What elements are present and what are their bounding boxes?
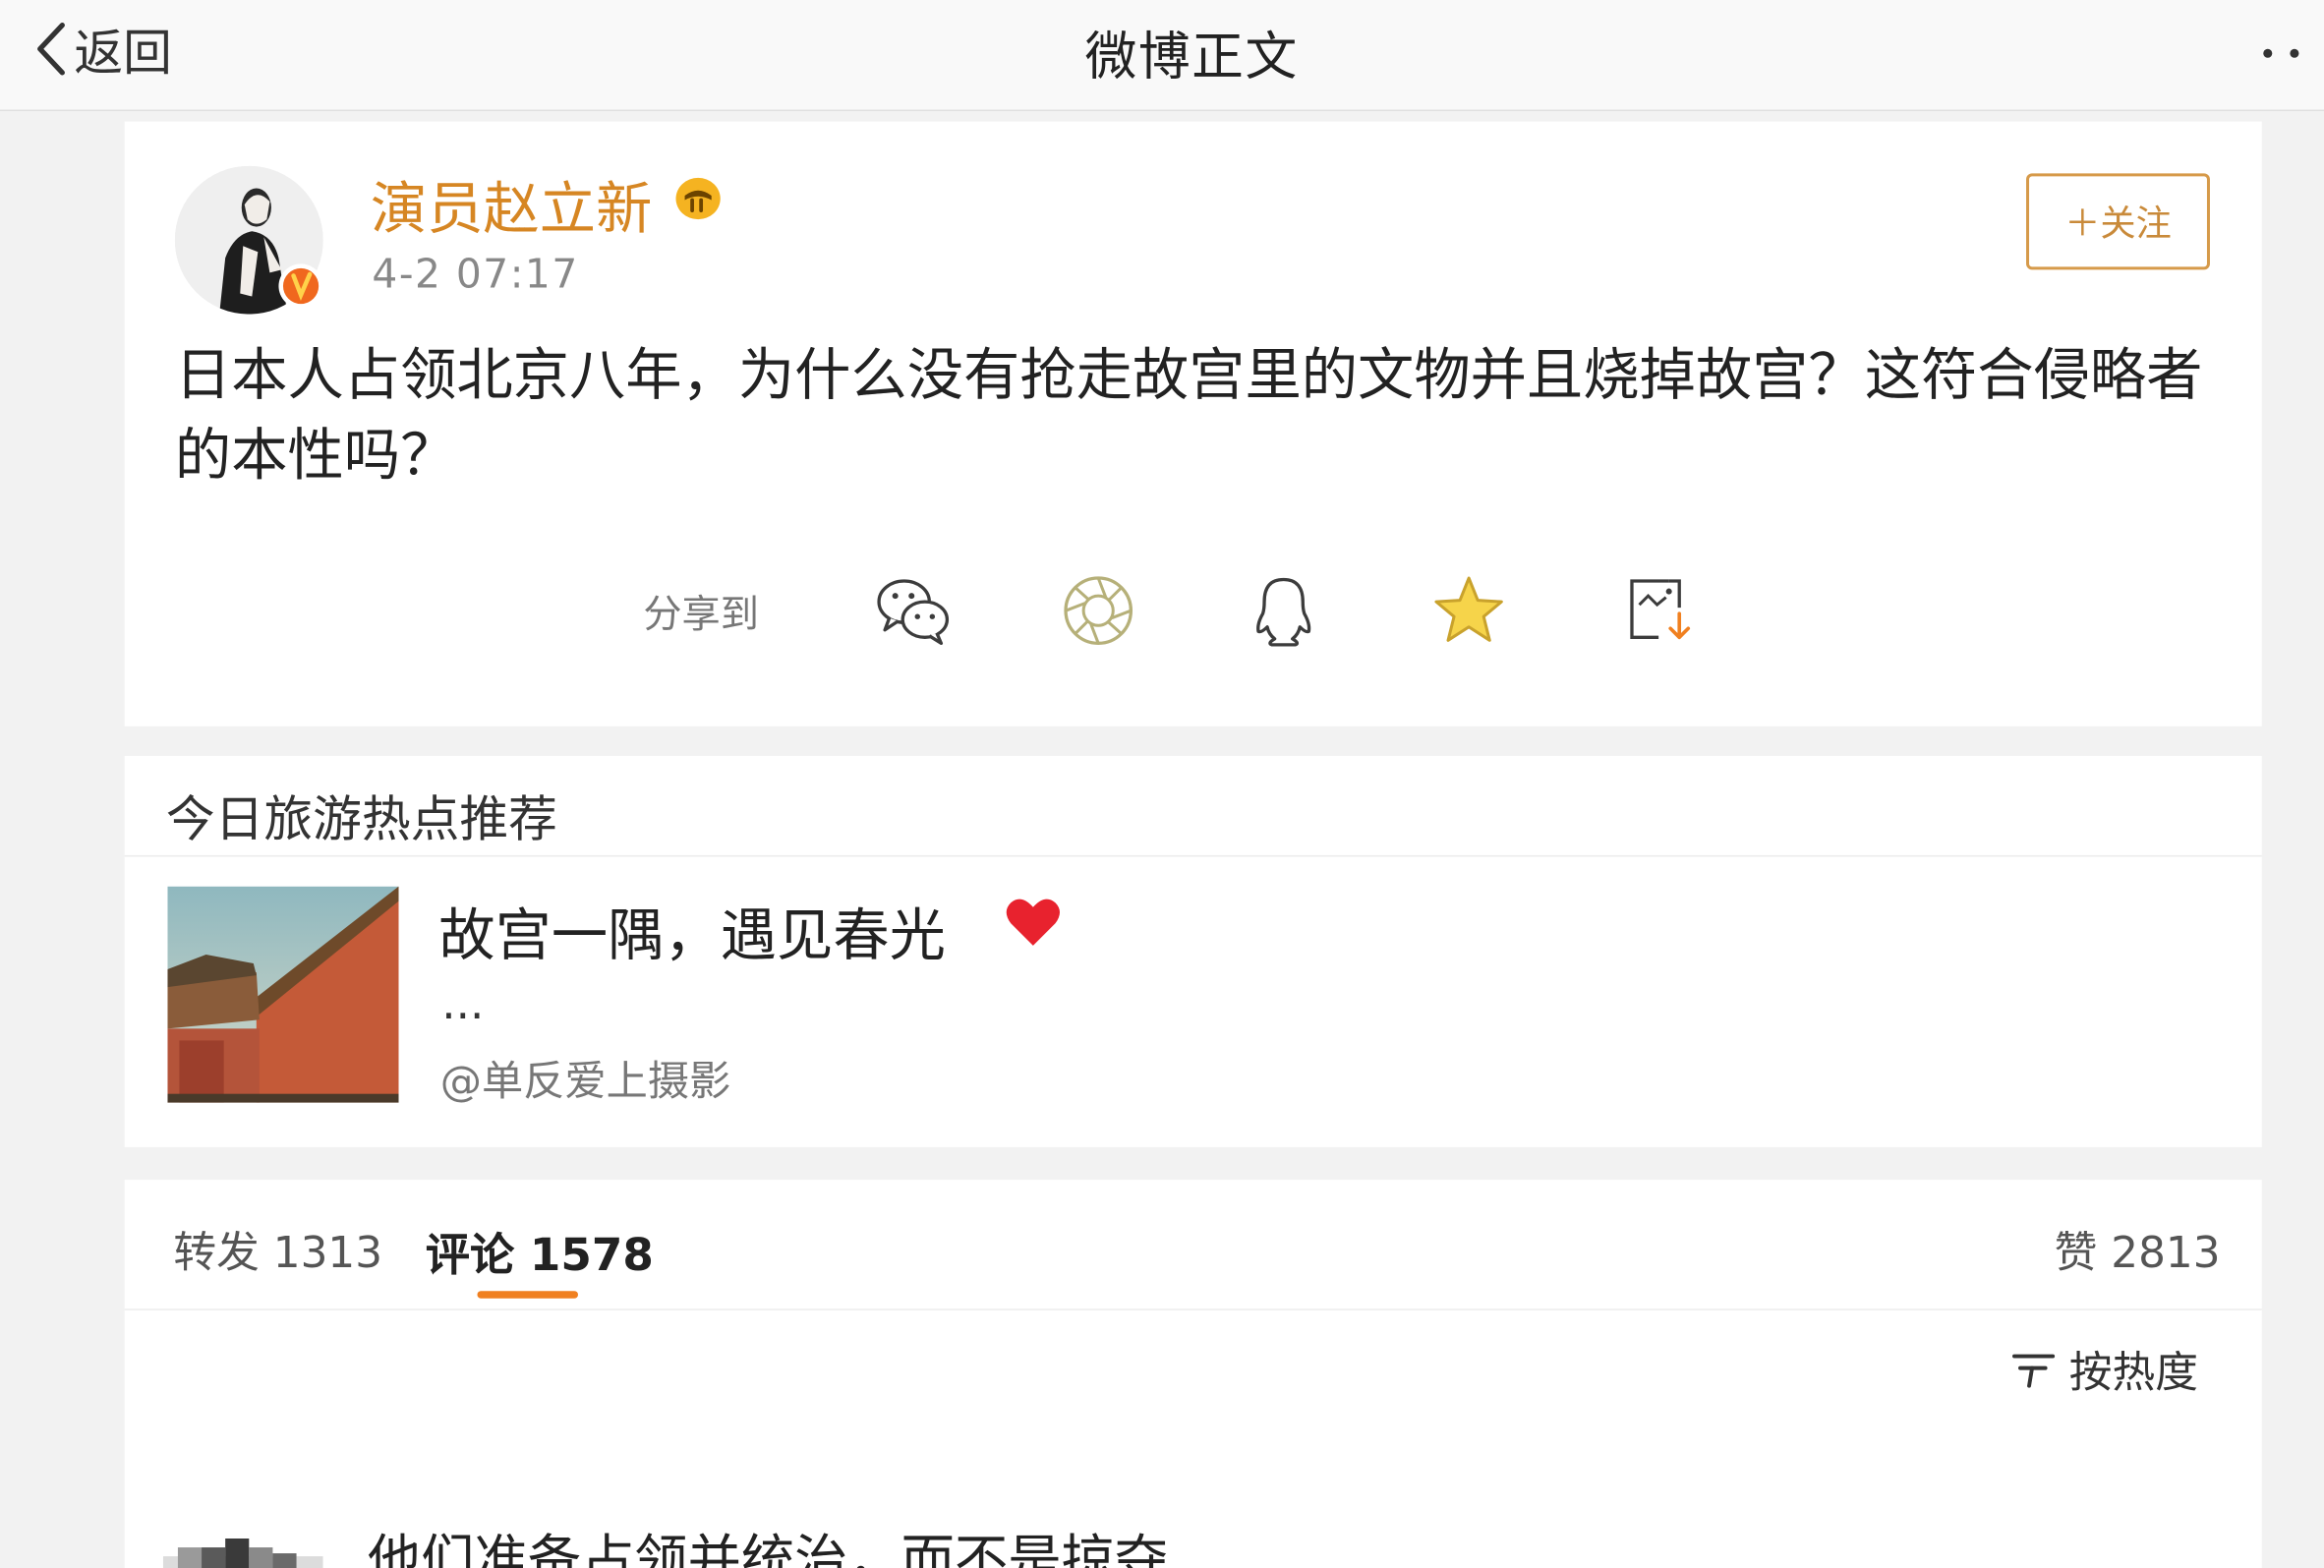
- recommendation-thumbnail[interactable]: [167, 886, 399, 1103]
- wechat-icon[interactable]: [872, 569, 955, 652]
- vip-icon: [675, 177, 721, 220]
- share-label: 分享到: [643, 593, 759, 638]
- more-dots-icon: [2263, 48, 2299, 58]
- moments-icon[interactable]: [1057, 569, 1139, 652]
- comment-text: 他们准备占领并统治，而不是掠夺: [367, 1531, 1169, 1568]
- follow-button[interactable]: ＋关注: [2026, 173, 2210, 270]
- recommendation-ellipsis: ...: [441, 978, 485, 1030]
- active-tab-indicator: [477, 1291, 579, 1299]
- sort-label: 按热度: [2068, 1347, 2198, 1398]
- post-text: 日本人占领北京八年，为什么没有抢走故宫里的文物并且烧掉故宫？这符合侵略者的本性吗…: [174, 342, 2203, 489]
- heart-icon: [1006, 899, 1061, 946]
- weibo-post-page: 返回 微博正文 演员赵立新 4-2 07:17 ＋关注 日本人占领北京八年，为什…: [0, 0, 2324, 1568]
- comment-avatar[interactable]: [162, 1538, 323, 1568]
- page-title: 微博正文: [1084, 28, 1299, 87]
- verified-badge-icon: [278, 263, 323, 309]
- post-time: 4-2 07:17: [372, 252, 579, 299]
- author-name[interactable]: 演员赵立新: [371, 163, 652, 245]
- favorite-star-icon[interactable]: [1427, 569, 1510, 652]
- sort-icon: [2012, 1354, 2056, 1388]
- recommendation-header: 今日旅游热点推荐: [165, 789, 557, 848]
- tab-repost[interactable]: 转发 1313: [173, 1218, 382, 1280]
- divider: [124, 1308, 2262, 1310]
- tab-like[interactable]: 赞 2813: [2055, 1218, 2221, 1280]
- recommendation-title[interactable]: 故宫一隅，遇见春光: [438, 890, 946, 971]
- tab-comment[interactable]: 评论 1578: [426, 1218, 654, 1283]
- recommendation-source[interactable]: @单反爱上摄影: [440, 1049, 731, 1108]
- sort-button[interactable]: 按热度: [2009, 1340, 2198, 1399]
- save-image-icon[interactable]: [1620, 569, 1703, 652]
- divider: [124, 854, 2262, 857]
- qq-icon[interactable]: [1242, 569, 1324, 652]
- more-button[interactable]: [2253, 9, 2312, 83]
